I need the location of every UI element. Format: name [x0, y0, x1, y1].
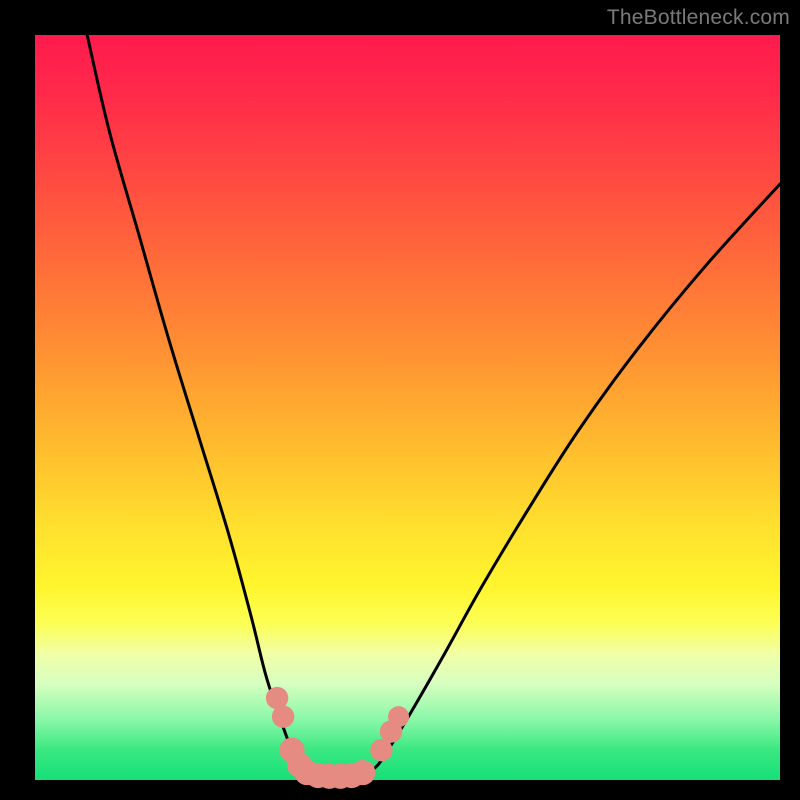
curve-layer [35, 35, 780, 780]
plot-area [35, 35, 780, 780]
curve-right-branch [363, 184, 780, 776]
chart-frame: TheBottleneck.com [0, 0, 800, 800]
data-marker [350, 760, 375, 785]
watermark-text: TheBottleneck.com [607, 6, 790, 30]
curve-left-branch [87, 35, 314, 776]
data-marker [388, 706, 409, 727]
curves-group [87, 35, 780, 776]
data-marker [272, 705, 294, 727]
